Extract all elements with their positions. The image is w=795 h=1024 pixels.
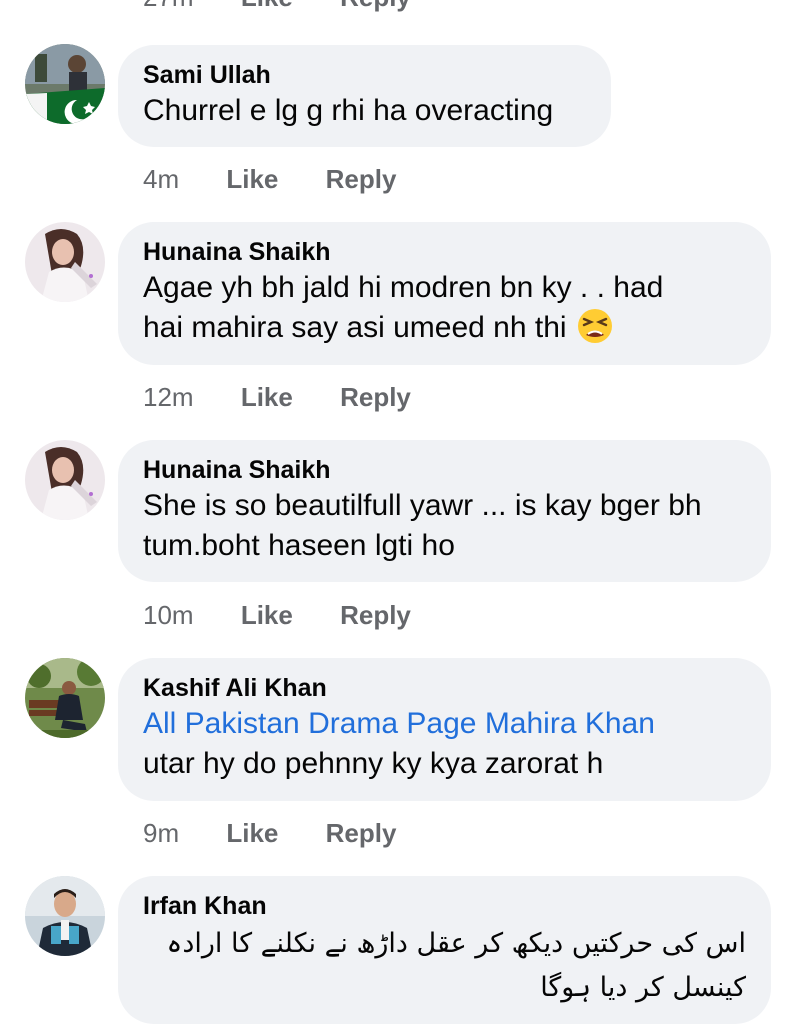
comment-actions: 10m Like Reply [143, 600, 411, 630]
avatar-image [25, 440, 105, 520]
avatar[interactable] [25, 44, 105, 124]
comment-author[interactable]: Kashif Ali Khan [143, 672, 746, 704]
tired-face-emoji-icon [577, 309, 612, 343]
comment-author[interactable]: Hunaina Shaikh [143, 236, 746, 268]
comment-bubble: Irfan Khan اس کی حرکتیں دیکھ کر عقل داڑھ… [118, 876, 771, 1024]
comment-text-line: utar hy do pehnny ky kya zarorat h [143, 747, 604, 780]
comment-actions: 4m Like Reply [143, 164, 396, 194]
reply-button[interactable]: Reply [326, 164, 397, 194]
comment-text-line: She is so beautilfull yawr ... is kay bg… [143, 489, 702, 522]
comment-actions: 9m Like Reply [143, 818, 396, 848]
comment-text: اس کی حرکتیں دیکھ کر عقل داڑھ نے نکلنے ک… [143, 922, 746, 1010]
reply-button[interactable]: Reply [340, 600, 411, 630]
comment-bubble: Sami Ullah Churrel e lg g rhi ha overact… [118, 45, 611, 147]
comment-actions-partial: 27m Like Reply [143, 0, 411, 12]
comment-text-line: اس کی حرکتیں دیکھ کر عقل داڑھ نے نکلنے ک… [166, 928, 746, 959]
mention-link[interactable]: All Pakistan Drama Page Mahira Khan [143, 704, 746, 744]
reply-button[interactable]: Reply [340, 0, 411, 12]
comment-time: 4m [143, 164, 180, 194]
avatar[interactable] [25, 222, 105, 302]
avatar[interactable] [25, 658, 105, 738]
like-button[interactable]: Like [226, 164, 278, 194]
comment-author[interactable]: Irfan Khan [143, 890, 746, 922]
like-button[interactable]: Like [241, 600, 293, 630]
comment-text: Churrel e lg g rhi ha overacting [143, 91, 586, 131]
comment-time: 12m [143, 382, 194, 412]
reply-button[interactable]: Reply [326, 818, 397, 848]
comment-time: 9m [143, 818, 180, 848]
avatar-image [25, 658, 105, 738]
comment-text: She is so beautilfull yawr ... is kay bg… [143, 486, 746, 566]
comment-text-line: کینسل کر دیا ہوگا [540, 972, 746, 1003]
comment-bubble: Hunaina Shaikh She is so beautilfull yaw… [118, 440, 771, 582]
comment-text-line: hai mahira say asi umeed nh thi [143, 311, 567, 344]
avatar-image [25, 222, 105, 302]
comment-time: 10m [143, 600, 194, 630]
comment-actions: 12m Like Reply [143, 382, 411, 412]
comment-text: All Pakistan Drama Page Mahira Khan utar… [143, 704, 746, 784]
comment-text: Agae yh bh jald hi modren bn ky . . had … [143, 268, 746, 348]
avatar[interactable] [25, 876, 105, 956]
comment-author[interactable]: Hunaina Shaikh [143, 454, 746, 486]
comment-bubble: Hunaina Shaikh Agae yh bh jald hi modren… [118, 222, 771, 365]
comment-time: 27m [143, 0, 194, 12]
comment-author[interactable]: Sami Ullah [143, 59, 586, 91]
comment-bubble: Kashif Ali Khan All Pakistan Drama Page … [118, 658, 771, 801]
reply-button[interactable]: Reply [340, 382, 411, 412]
avatar[interactable] [25, 440, 105, 520]
comment-text-line: Churrel e lg g rhi ha overacting [143, 94, 554, 127]
avatar-image [25, 44, 105, 124]
comment-text-line: Agae yh bh jald hi modren bn ky . . had [143, 271, 664, 304]
comment-text-line: tum.boht haseen lgti ho [143, 529, 455, 562]
like-button[interactable]: Like [226, 818, 278, 848]
like-button[interactable]: Like [241, 0, 293, 12]
like-button[interactable]: Like [241, 382, 293, 412]
avatar-image [25, 876, 105, 956]
